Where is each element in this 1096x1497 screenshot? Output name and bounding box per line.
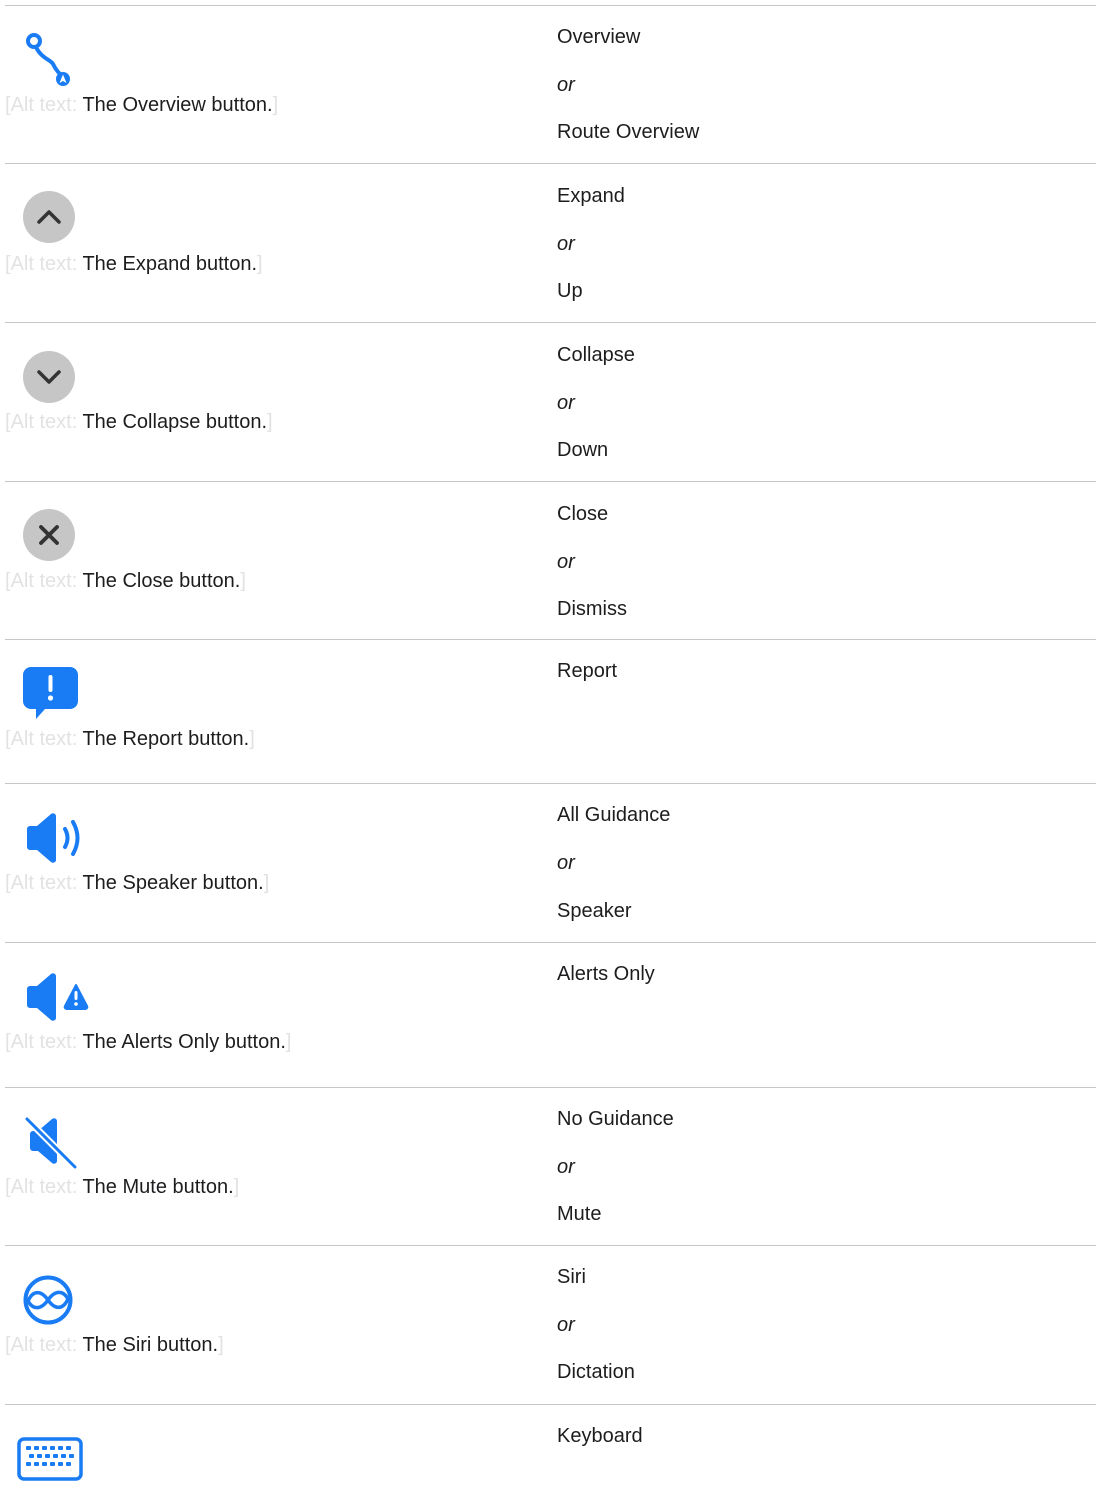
keyboard-icon — [17, 1437, 87, 1497]
alt-text: [Alt text: The Collapse button.] — [5, 411, 273, 433]
button-name: Route Overview — [557, 121, 700, 143]
alt-text: [Alt text: The Close button.] — [5, 570, 246, 592]
alt-text-description: The Expand button. — [82, 253, 258, 275]
button-name: Mute — [557, 1203, 602, 1225]
table-row: [Alt text: The Alerts Only button.] Aler… — [5, 943, 1096, 1088]
table-row: [Alt text: The Speaker button.] All Guid… — [5, 784, 1096, 943]
button-name: Collapse — [557, 344, 635, 366]
alt-text-description: The Collapse button. — [82, 411, 268, 433]
button-name: Report — [557, 660, 618, 682]
alt-text: [Alt text: The Alerts Only button.] — [5, 1031, 292, 1053]
alt-text-description: The Siri button. — [82, 1334, 219, 1356]
table-row: [Alt text: The Mute button.] No Guidance… — [5, 1088, 1096, 1246]
button-name: Speaker — [557, 900, 632, 922]
alt-text-description: The Overview button. — [82, 94, 273, 116]
or-separator: or — [557, 1156, 575, 1178]
or-separator: or — [557, 233, 575, 255]
button-name: Overview — [557, 26, 641, 48]
speaker-wave-icon — [23, 812, 93, 872]
alt-text-description: The Alerts Only button. — [82, 1031, 286, 1053]
button-name: Close — [557, 503, 609, 525]
alt-text-description: The Mute button. — [82, 1176, 234, 1198]
button-name: Dismiss — [557, 598, 627, 620]
or-separator: or — [557, 852, 575, 874]
speaker-slash-icon — [23, 1115, 93, 1175]
chevron-up-circle-icon — [23, 190, 93, 250]
button-name: Up — [557, 280, 583, 302]
button-name: Keyboard — [557, 1425, 643, 1447]
or-separator: or — [557, 1314, 575, 1336]
alt-text: [Alt text: The Report button.] — [5, 728, 255, 750]
alt-text-description: The Report button. — [82, 728, 250, 750]
or-separator: or — [557, 392, 575, 414]
button-name: No Guidance — [557, 1108, 674, 1130]
table-row: [Alt text: The Close button.] Close or D… — [5, 482, 1096, 640]
alt-text: [Alt text: The Expand button.] — [5, 253, 263, 275]
button-name: Expand — [557, 185, 625, 207]
table-row: [Alt text: The Siri button.] Siri or Dic… — [5, 1246, 1096, 1405]
table-row: [Alt text: The Report button.] Report — [5, 640, 1096, 784]
alt-text: [Alt text: The Overview button.] — [5, 94, 279, 116]
table-row: [Alt text: The Collapse button.] Collaps… — [5, 323, 1096, 482]
or-separator: or — [557, 74, 575, 96]
siri-icon — [23, 1274, 93, 1334]
alt-text: [Alt text: The Mute button.] — [5, 1176, 240, 1198]
route-overview-icon — [23, 32, 93, 92]
report-bubble-icon — [23, 667, 93, 727]
speaker-alert-icon — [23, 970, 93, 1030]
chevron-down-circle-icon — [23, 350, 93, 410]
table-row: [Alt text: The Expand button.] Expand or… — [5, 164, 1096, 323]
alt-text: [Alt text: The Siri button.] — [5, 1334, 224, 1356]
button-name: All Guidance — [557, 804, 671, 826]
table-row: Keyboard — [5, 1405, 1096, 1481]
table-row: [Alt text: The Overview button.] Overvie… — [5, 6, 1096, 164]
close-circle-icon — [23, 508, 93, 568]
alt-text-description: The Speaker button. — [82, 872, 264, 894]
button-name: Alerts Only — [557, 963, 655, 985]
button-name: Down — [557, 439, 609, 461]
button-name: Siri — [557, 1266, 586, 1288]
alt-text: [Alt text: The Speaker button.] — [5, 872, 270, 894]
alt-text-description: The Close button. — [82, 570, 241, 592]
or-separator: or — [557, 551, 575, 573]
button-name: Dictation — [557, 1361, 635, 1383]
